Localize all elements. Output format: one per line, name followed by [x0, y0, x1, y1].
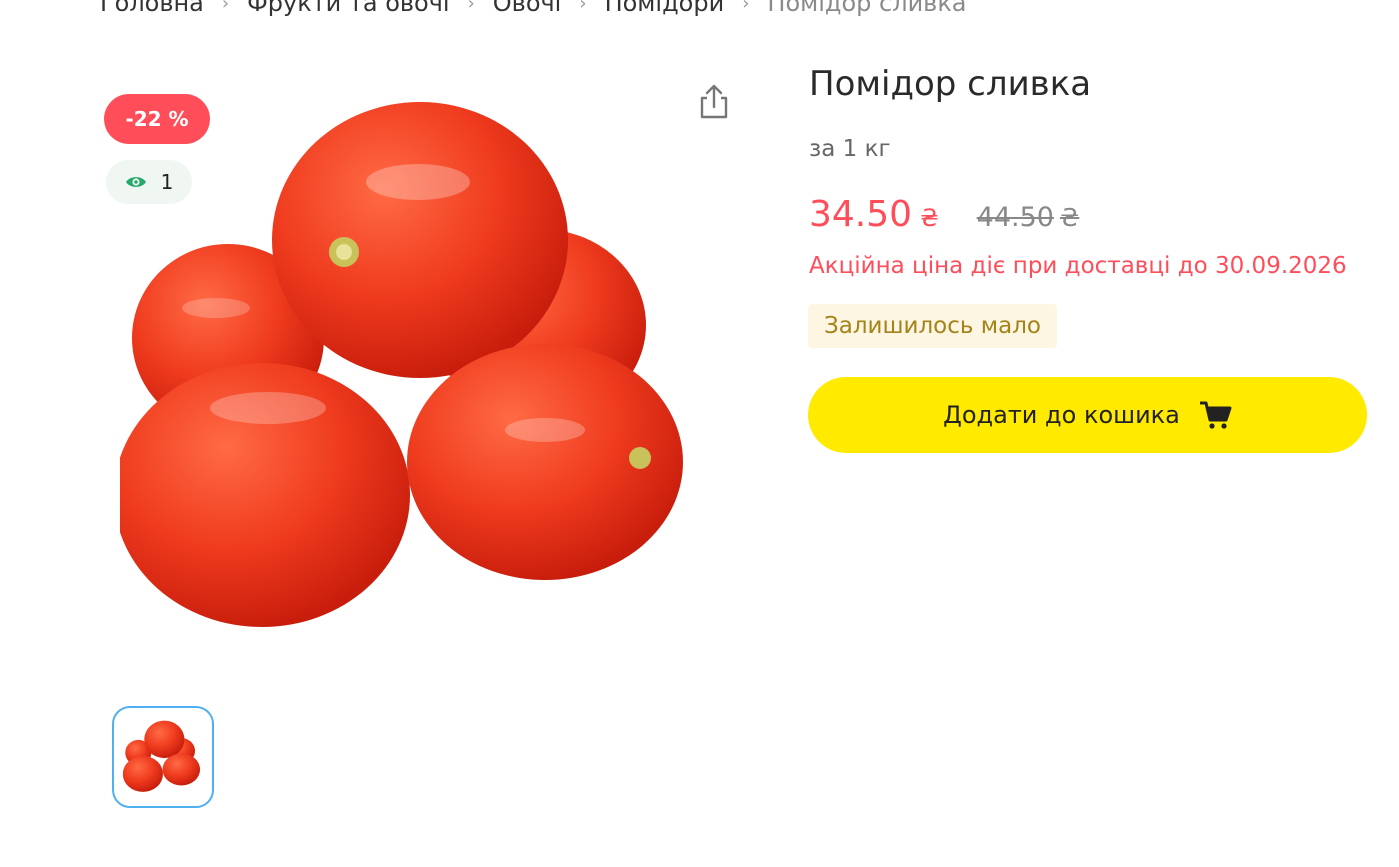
breadcrumb-home[interactable]: Головна — [100, 0, 204, 17]
add-to-cart-label: Додати до кошика — [943, 401, 1180, 429]
share-icon — [700, 84, 728, 119]
breadcrumb-current: Помідор сливка — [767, 0, 967, 17]
thumbnail-image — [123, 720, 201, 792]
stock-badge: Залишилось мало — [808, 304, 1057, 348]
current-price: 34.50 — [809, 194, 913, 235]
old-price: 44.50 — [976, 202, 1054, 233]
share-button[interactable] — [692, 78, 736, 126]
chevron-right-icon: › — [742, 0, 750, 14]
chevron-right-icon: › — [467, 0, 475, 14]
eye-icon — [125, 177, 146, 187]
discount-badge: -22 % — [104, 94, 210, 144]
views-badge: 1 — [106, 160, 192, 204]
breadcrumb-vegetables[interactable]: Овочі — [493, 0, 562, 17]
currency-symbol: ₴ — [920, 204, 939, 232]
product-title: Помідор сливка — [809, 64, 1092, 104]
chevron-right-icon: › — [579, 0, 587, 14]
breadcrumb: Головна › Фрукти та овочі › Овочі › Помі… — [100, 0, 967, 20]
product-image — [120, 102, 683, 627]
views-count: 1 — [160, 170, 174, 194]
stock-text: Залишилось мало — [824, 313, 1041, 339]
chevron-right-icon: › — [221, 0, 230, 14]
breadcrumb-fruits-vegetables[interactable]: Фрукти та овочі — [247, 0, 449, 17]
product-unit: за 1 кг — [809, 136, 891, 162]
old-currency-symbol: ₴ — [1059, 203, 1080, 232]
cart-icon — [1199, 401, 1232, 429]
breadcrumb-tomatoes[interactable]: Помідори — [605, 0, 725, 17]
promo-notice: Акційна ціна діє при доставці до 30.09.2… — [809, 253, 1347, 279]
price-block: 34.50 ₴ 44.50 ₴ — [809, 194, 1079, 235]
product-thumbnail[interactable] — [112, 706, 214, 808]
add-to-cart-button[interactable]: Додати до кошика — [808, 377, 1367, 453]
